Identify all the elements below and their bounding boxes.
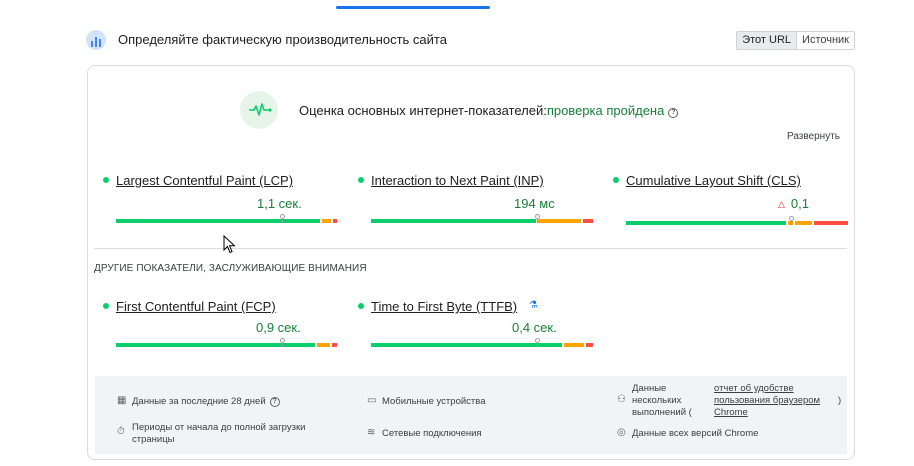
url-origin-toggle: Этот URL Источник [736,31,855,50]
expand-link[interactable]: Развернуть [787,131,840,142]
crux-chart-icon [86,30,106,50]
metric-inp: Interaction to Next Paint (INP) 194 мс [356,170,593,230]
distribution-bar [116,338,337,347]
metric-value: 1,1 сек. [257,196,302,211]
good-status-dot [103,303,109,309]
good-status-dot [613,177,619,183]
good-status-dot [358,177,364,183]
other-metrics-heading: ДРУГИЕ ПОКАЗАТЕЛИ, ЗАСЛУЖИВАЮЩИЕ ВНИМАНИ… [94,263,367,274]
experimental-flask-icon: ⚗ [529,300,538,311]
chrome-icon: ◎ [617,427,626,438]
metric-name-link[interactable]: Largest Contentful Paint (LCP) [116,173,293,188]
distribution-bar [371,338,593,347]
closing-paren: ) [838,395,842,406]
metric-name-link[interactable]: Time to First Byte (TTFB) [371,299,517,314]
metric-name-link[interactable]: First Contentful Paint (FCP) [116,299,276,314]
metric-cls: Cumulative Layout Shift (CLS) △ 0,1 [611,170,848,230]
p75-marker [789,216,794,221]
section-divider [94,248,847,249]
origin-button[interactable]: Источник [797,32,854,49]
distribution-bar [626,216,848,225]
data-source-footer: ▦ Данные за последние 28 дней? ▭ Мобильн… [95,376,847,454]
good-status-dot [358,303,364,309]
calendar-icon: ▦ [117,395,127,406]
metric-value: △ 0,1 [778,196,809,211]
active-tab-indicator [336,6,490,9]
devices-icon: ▭ [367,395,377,406]
help-icon[interactable]: ? [269,397,280,407]
p75-marker [280,214,285,219]
section-title: Определяйте фактическую производительнос… [118,32,447,47]
crux-report-link[interactable]: отчет об удобстве пользования браузером Ch… [714,383,820,419]
metric-value: 0,4 сек. [512,320,557,335]
people-icon: ⚇ [617,394,626,405]
assessment-label: Оценка основных интернет-показателей: [299,103,547,118]
metric-value: 194 мс [514,196,555,211]
distribution-bar [371,214,593,223]
samples-info: ⚇ Данные нескольких выполнений ( отчет об … [617,383,842,419]
distribution-bar [116,214,337,223]
p75-marker [535,214,540,219]
warning-icon: △ [778,199,785,209]
metric-ttfb: Time to First Byte (TTFB) ⚗ 0,4 сек. [356,296,593,356]
timer-icon: ⏱ [117,426,125,437]
p75-marker [535,338,540,343]
metric-value: 0,9 сек. [256,320,301,335]
assessment-status: проверка пройдена [546,103,665,118]
help-icon[interactable]: ? [668,108,679,118]
wifi-icon: ≋ [367,427,376,438]
cwv-assessment: Оценка основных интернет-показателей:про… [299,103,679,118]
core-web-vitals-icon [240,91,278,129]
metric-lcp: Largest Contentful Paint (LCP) 1,1 сек. [101,170,337,230]
mouse-cursor-icon [223,235,236,254]
metric-fcp: First Contentful Paint (FCP) 0,9 сек. [101,296,337,356]
this-url-button[interactable]: Этот URL [737,32,798,49]
metric-name-link[interactable]: Cumulative Layout Shift (CLS) [626,173,801,188]
metric-value-text: 0,1 [790,196,809,211]
field-data-card: Оценка основных интернет-показателей:про… [87,65,855,460]
field-data-header: Определяйте фактическую производительнос… [86,29,856,53]
metric-name-link[interactable]: Interaction to Next Paint (INP) [371,173,544,188]
p75-marker [280,338,285,343]
good-status-dot [103,177,109,183]
